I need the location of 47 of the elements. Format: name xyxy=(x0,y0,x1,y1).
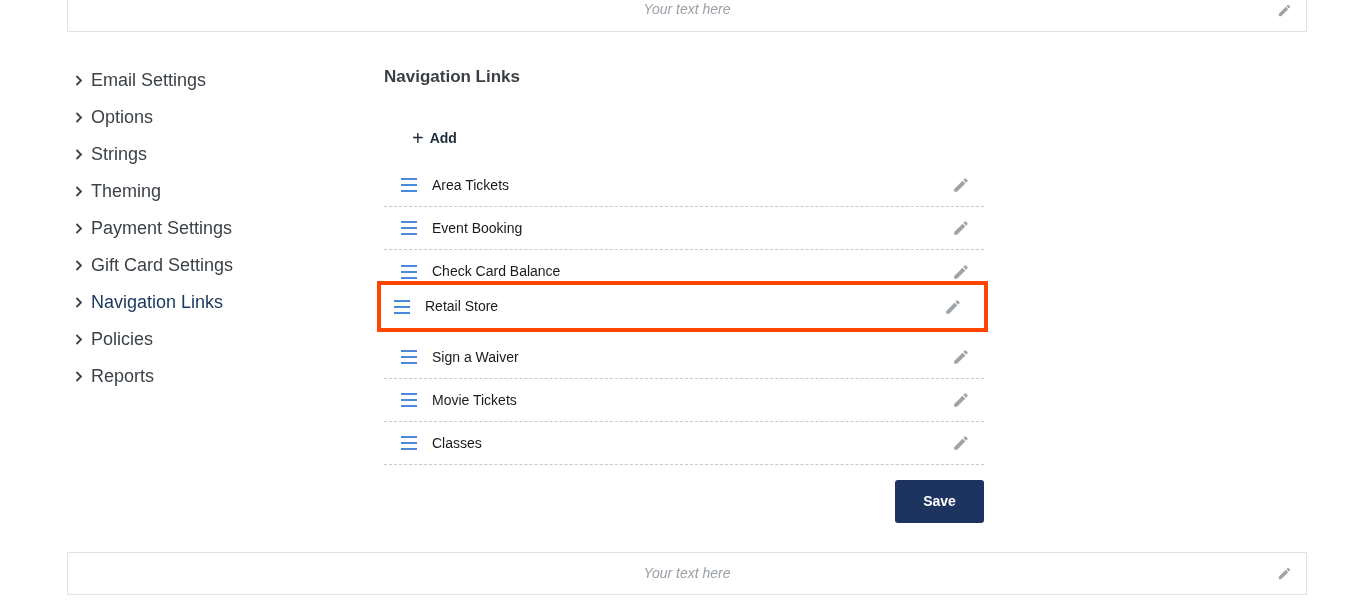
chevron-right-icon xyxy=(75,334,83,345)
sidebar-item[interactable]: Navigation Links xyxy=(75,284,234,321)
sidebar-item[interactable]: Strings xyxy=(75,136,234,173)
edit-icon[interactable] xyxy=(944,297,962,316)
sidebar-item[interactable]: Email Settings xyxy=(75,62,234,99)
edit-icon[interactable] xyxy=(952,348,970,366)
chevron-right-icon xyxy=(75,186,83,197)
drag-handle-icon[interactable] xyxy=(401,264,417,279)
drag-handle-icon[interactable] xyxy=(401,221,417,235)
section-title: Navigation Links xyxy=(384,66,522,88)
banner-placeholder-text: Your text here xyxy=(643,0,731,19)
drag-handle-icon[interactable] xyxy=(401,393,417,407)
link-label: Sign a Waiver xyxy=(432,347,520,367)
link-label: Classes xyxy=(432,433,483,453)
add-button[interactable]: + Add xyxy=(412,126,457,150)
link-label: Retail Store xyxy=(425,297,500,316)
link-label: Movie Tickets xyxy=(432,390,518,410)
save-button[interactable]: Save xyxy=(895,480,984,523)
sidebar-item[interactable]: Policies xyxy=(75,321,234,358)
chevron-right-icon xyxy=(75,260,83,271)
chevron-right-icon xyxy=(75,149,83,160)
chevron-right-icon xyxy=(75,75,83,86)
sidebar-item[interactable]: Payment Settings xyxy=(75,210,234,247)
edit-icon[interactable] xyxy=(952,262,970,281)
edit-icon[interactable] xyxy=(1277,566,1292,581)
edit-icon[interactable] xyxy=(1277,3,1292,18)
chevron-right-icon xyxy=(75,112,83,123)
drag-handle-icon[interactable] xyxy=(401,350,417,364)
drag-handle-icon[interactable] xyxy=(401,436,417,450)
link-label: Check Card Balance xyxy=(432,262,562,281)
drag-handle-icon[interactable] xyxy=(394,299,410,314)
link-label: Area Tickets xyxy=(432,175,511,195)
sidebar-item[interactable]: Options xyxy=(75,99,234,136)
chevron-right-icon xyxy=(75,371,83,382)
sidebar-item[interactable]: Theming xyxy=(75,173,234,210)
chevron-right-icon xyxy=(75,297,83,308)
sidebar-item[interactable]: Reports xyxy=(75,358,234,395)
edit-icon[interactable] xyxy=(952,219,970,237)
drag-handle-icon[interactable] xyxy=(401,178,417,192)
edit-icon[interactable] xyxy=(952,176,970,194)
edit-icon[interactable] xyxy=(952,434,970,452)
sidebar-item[interactable]: Gift Card Settings xyxy=(75,247,234,284)
banner-placeholder-text: Your text here xyxy=(643,564,731,583)
edit-icon[interactable] xyxy=(952,391,970,409)
chevron-right-icon xyxy=(75,223,83,234)
link-label: Event Booking xyxy=(432,218,524,238)
dragged-link-row[interactable]: Retail Store xyxy=(377,281,988,332)
